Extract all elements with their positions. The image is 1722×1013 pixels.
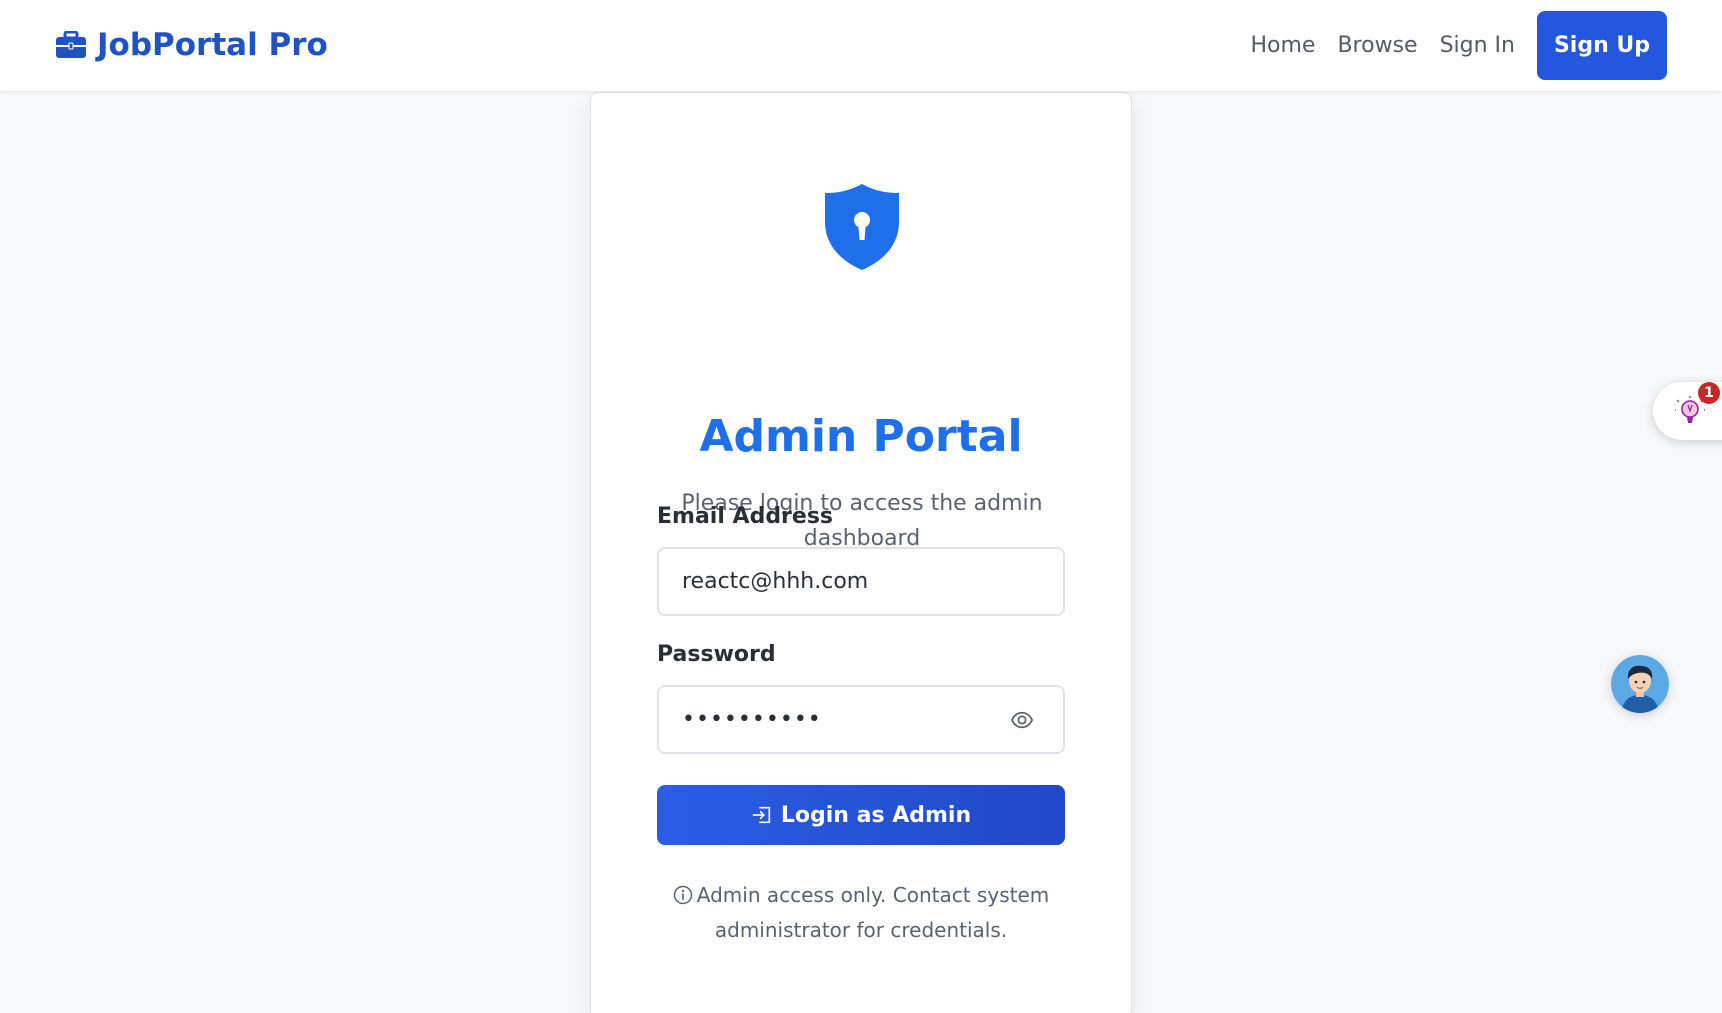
nav-link-sign-in[interactable]: Sign In <box>1440 33 1515 58</box>
login-as-admin-button[interactable]: Login as Admin <box>657 785 1065 845</box>
nav-link-home[interactable]: Home <box>1251 33 1316 58</box>
eye-icon[interactable] <box>1011 709 1033 731</box>
floating-notification-tab[interactable]: 1 <box>1653 382 1722 440</box>
admin-access-note-text: Admin access only. Contact system admini… <box>696 883 1050 942</box>
nav-links: Home Browse Sign In Sign Up <box>1251 11 1667 80</box>
email-field[interactable]: reactc@hhh.com <box>657 547 1065 616</box>
login-button-label: Login as Admin <box>780 802 972 828</box>
password-label: Password <box>657 642 776 667</box>
info-icon <box>673 885 692 905</box>
shield-lock-icon <box>825 184 899 270</box>
page-title: Admin Portal <box>699 411 1023 462</box>
email-value: reactc@hhh.com <box>682 569 869 594</box>
password-field[interactable]: •••••••••• <box>657 685 1065 754</box>
notification-badge: 1 <box>1698 382 1720 404</box>
briefcase-icon <box>56 31 86 58</box>
nav-link-browse[interactable]: Browse <box>1337 33 1417 58</box>
sign-up-button[interactable]: Sign Up <box>1537 11 1667 80</box>
top-navbar: JobPortal Pro Home Browse Sign In Sign U… <box>0 0 1722 91</box>
password-value: •••••••••• <box>682 707 822 732</box>
login-icon <box>752 806 771 824</box>
avatar-image <box>1611 655 1669 713</box>
email-label: Email Address <box>657 504 834 529</box>
admin-access-note: Admin access only. Contact system admini… <box>657 878 1065 948</box>
assistant-avatar[interactable] <box>1611 655 1669 713</box>
brand-name: JobPortal Pro <box>97 27 328 63</box>
brand-logo[interactable]: JobPortal Pro <box>55 25 328 65</box>
admin-login-card: Admin Portal Please login to access the … <box>590 92 1132 1013</box>
